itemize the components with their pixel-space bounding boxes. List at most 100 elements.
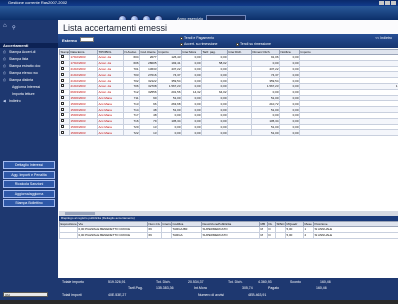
table-cell: 722 [123, 129, 140, 137]
print-checkbox-cell[interactable] [59, 129, 70, 137]
status-area: Ufd [0, 278, 58, 300]
total-label: Totale importo [62, 280, 84, 284]
sidebar-item[interactable]: ⎙ Stampa elenco wo [0, 70, 58, 77]
sidebar-buttons: Dettaglio Interessi Agg. Importi e Penali… [3, 161, 55, 209]
sidebar-item[interactable]: ⎙ Stampa Accert.di [0, 49, 58, 56]
total-value: 305,74 [242, 286, 253, 290]
minimize-button[interactable] [379, 1, 384, 5]
column-header[interactable]: Esposizione [59, 221, 78, 227]
sidebar: ⌂ ⚲ Accertamenti ⎙ Stampa Accert.di ⎙ Stamp… [0, 20, 58, 278]
filter-option[interactable]: Tendi e Pagamento [180, 36, 214, 40]
maximize-button[interactable] [385, 1, 390, 5]
app-window: Gestione corrente Ras2007-2002 Anno eser… [0, 0, 398, 304]
sidebar-item-label: Stampa lista [9, 57, 29, 61]
table-cell: Acc.Mana [97, 129, 124, 137]
column-header[interactable]: Interno [161, 221, 172, 227]
table-row[interactable]: 0,00 PIAZZALE BENEDETTO CROCE 69 TARGA SUPE… [59, 231, 398, 239]
sidebar-action-button[interactable]: Stampa Bollettino [3, 199, 55, 207]
table-cell: SI ANNUALE [313, 231, 398, 239]
total-label: Tot. Dich. [228, 280, 243, 284]
column-header[interactable]: Cod.Utente [139, 49, 158, 55]
table-cell: 0,00 PIAZZALE BENEDETTO CROCE [77, 231, 148, 239]
table-cell: 0,00 [201, 129, 228, 137]
total-value: 160,46 [316, 286, 327, 290]
total-label: Tot. Dich. [156, 280, 171, 284]
total-value: 20.534,37 [188, 280, 204, 284]
filter-option[interactable]: Accert. su rimessione [180, 42, 217, 46]
filter-input[interactable] [80, 37, 94, 42]
checkbox[interactable] [60, 101, 64, 105]
sidebar-item[interactable]: ⎙ Stampa distinta [0, 77, 58, 84]
checkbox[interactable] [60, 61, 64, 65]
sidebar-action-button[interactable]: Agg. Importi e Penalita [3, 170, 55, 179]
checkbox[interactable] [60, 84, 64, 88]
sidebar-action-button[interactable]: Aggiorna/aggiorna [3, 189, 55, 198]
filter-bar: Esterno Tendi e Pagamento Accert. su rim… [58, 34, 398, 48]
main-panel: Lista accertamenti emessi Esterno Tendi … [58, 20, 398, 279]
totals-panel: Totale importo 519.326,91 Tot. Dich. 20.… [58, 278, 398, 300]
sidebar-item[interactable]: ⎙ Stampa lista [0, 56, 58, 63]
total-label: Tarif.Pag. [128, 286, 143, 290]
checkbox[interactable] [60, 125, 64, 128]
home-icon[interactable]: ⌂ [3, 23, 7, 29]
close-button[interactable] [391, 1, 396, 5]
table-cell: M [259, 231, 268, 239]
sidebar-item-label: Stampa elenco wo [9, 71, 38, 75]
checkbox[interactable] [60, 78, 64, 82]
total-value: 519.326,91 [108, 280, 126, 284]
checkbox[interactable] [60, 113, 64, 117]
column-header[interactable]: Stamp. [59, 49, 70, 55]
checkbox[interactable] [60, 96, 64, 99]
table-cell: 69 [147, 231, 162, 239]
checkbox[interactable] [60, 55, 64, 59]
scroll-thumb[interactable] [65, 212, 95, 215]
sidebar-item[interactable]: ⎙ Stampa estratto doc [0, 63, 58, 70]
table-cell [161, 231, 172, 239]
sidebar-list: ⎙ Stampa Accert.di ⎙ Stampa lista ⎙ Stampa es… [0, 49, 58, 105]
printer-icon: ⎙ [3, 64, 6, 68]
filter-option[interactable]: Tendi su rimessione [236, 42, 271, 46]
total-label: Totali importi [62, 293, 82, 297]
table-cell: 51,00 [251, 129, 280, 137]
total-value: 40E.53E,27 [108, 293, 127, 297]
sidebar-item[interactable]: Aggiorna Interessi [0, 84, 58, 91]
table-cell: 0,00 [157, 129, 182, 137]
filter-label: Esterno [62, 38, 77, 43]
accertamenti-table: Stamp. Data Emis. TIPOBOL N.Avviso Cod.Utent… [59, 49, 398, 211]
table-row[interactable]: 15/06/2003 Acc.Mana 722 13 0,00 0,00 0,00 51,00… [59, 129, 398, 137]
back-link[interactable]: << Indietro [375, 36, 392, 40]
search-icon[interactable]: ⚲ [12, 25, 16, 31]
table-cell: D [267, 231, 276, 239]
window-controls [379, 1, 396, 5]
table-cell [275, 231, 286, 239]
total-label: Int.Mora [194, 286, 207, 290]
checkbox[interactable] [60, 67, 64, 70]
checkbox[interactable] [180, 42, 183, 46]
page-title: Lista accertamenti emessi [63, 23, 168, 33]
sidebar-action-button[interactable]: Dettaglio Interessi [3, 161, 55, 169]
sidebar-item-label: Stampa distinta [9, 78, 34, 82]
sidebar-action-button[interactable]: Ricalcola Sanzioni [3, 180, 55, 188]
checkbox[interactable] [60, 72, 64, 76]
checkbox[interactable] [60, 90, 64, 94]
checkbox[interactable] [180, 36, 183, 40]
sidebar-item[interactable]: Importa letture [0, 91, 58, 98]
sidebar-item[interactable]: ◀ Indietro [0, 98, 58, 105]
table-cell: 2 [303, 231, 314, 239]
column-header[interactable]: Num.Civ [147, 221, 162, 227]
checkbox[interactable] [236, 42, 239, 46]
total-label: Numero di avvisi [198, 293, 224, 297]
sidebar-item-label: Aggiorna Interessi [12, 85, 41, 89]
sidebar-item-label: Stampa Accert.di [9, 50, 36, 54]
status-field[interactable]: Ufd [3, 292, 48, 297]
sidebar-item-label: Importa letture [12, 92, 35, 96]
checkbox[interactable] [60, 130, 64, 134]
sidebar-item-label: Stampa estratto doc [9, 64, 41, 68]
total-value: 160,46 [320, 280, 331, 284]
table-cell: TARGA [171, 231, 202, 239]
column-header[interactable]: SPEC [275, 221, 286, 227]
detail-table: Esposizione Via Num.Civ Interno Codifica Desc… [59, 221, 398, 279]
sidebar-header: Accertamenti [0, 43, 58, 48]
checkbox[interactable] [60, 119, 64, 123]
checkbox[interactable] [60, 107, 64, 111]
